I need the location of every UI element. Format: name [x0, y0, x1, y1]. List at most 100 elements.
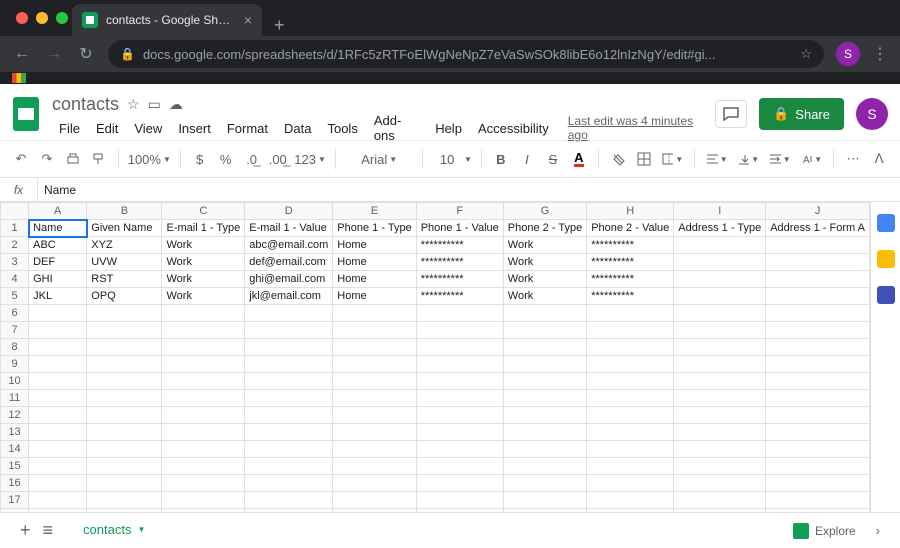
cell-A14[interactable] — [29, 441, 87, 458]
borders-button[interactable] — [633, 146, 655, 172]
row-header-8[interactable]: 8 — [1, 339, 29, 356]
redo-button[interactable]: ↷ — [36, 146, 58, 172]
explore-button[interactable]: Explore — [793, 523, 856, 539]
bookmark-apps-icon[interactable] — [12, 73, 26, 83]
cell-J1[interactable]: Address 1 - Form A — [766, 220, 870, 237]
cell-G6[interactable] — [503, 305, 586, 322]
star-icon[interactable]: ☆ — [127, 96, 140, 113]
cell-J18[interactable] — [766, 509, 870, 513]
row-header-12[interactable]: 12 — [1, 407, 29, 424]
cell-E5[interactable]: Home — [333, 288, 416, 305]
cell-D2[interactable]: abc@email.com — [245, 237, 333, 254]
fill-color-button[interactable] — [607, 146, 629, 172]
cell-I8[interactable] — [674, 339, 766, 356]
cell-G12[interactable] — [503, 407, 586, 424]
comments-button[interactable] — [715, 100, 747, 128]
text-color-button[interactable]: A — [568, 146, 590, 172]
cell-F11[interactable] — [416, 390, 503, 407]
cell-G17[interactable] — [503, 492, 586, 509]
cell-G5[interactable]: Work — [503, 288, 586, 305]
cell-E1[interactable]: Phone 1 - Type — [333, 220, 416, 237]
cell-I16[interactable] — [674, 475, 766, 492]
cell-J13[interactable] — [766, 424, 870, 441]
row-header-6[interactable]: 6 — [1, 305, 29, 322]
close-window-icon[interactable] — [16, 12, 28, 24]
menu-add-ons[interactable]: Add-ons — [367, 111, 426, 145]
cell-E6[interactable] — [333, 305, 416, 322]
cell-C13[interactable] — [162, 424, 245, 441]
formula-input[interactable]: Name — [38, 183, 76, 197]
cell-C8[interactable] — [162, 339, 245, 356]
address-bar[interactable]: 🔒 docs.google.com/spreadsheets/d/1RFc5zR… — [108, 40, 824, 68]
cell-A16[interactable] — [29, 475, 87, 492]
cell-C4[interactable]: Work — [162, 271, 245, 288]
cell-I15[interactable] — [674, 458, 766, 475]
cell-A2[interactable]: ABC — [29, 237, 87, 254]
cell-E13[interactable] — [333, 424, 416, 441]
cloud-status-icon[interactable]: ☁ — [169, 96, 183, 113]
cell-H4[interactable]: ********** — [587, 271, 674, 288]
cell-C18[interactable] — [162, 509, 245, 513]
cell-C15[interactable] — [162, 458, 245, 475]
cell-F18[interactable] — [416, 509, 503, 513]
row-header-9[interactable]: 9 — [1, 356, 29, 373]
bookmark-star-icon[interactable]: ☆ — [800, 46, 812, 62]
cell-I14[interactable] — [674, 441, 766, 458]
cell-D7[interactable] — [245, 322, 333, 339]
cell-C9[interactable] — [162, 356, 245, 373]
cell-A11[interactable] — [29, 390, 87, 407]
cell-E12[interactable] — [333, 407, 416, 424]
cell-C10[interactable] — [162, 373, 245, 390]
vertical-align-button[interactable]: ▼ — [735, 146, 763, 172]
collapse-toolbar-button[interactable]: ᐱ — [868, 146, 890, 172]
cell-F13[interactable] — [416, 424, 503, 441]
cell-I3[interactable] — [674, 254, 766, 271]
cell-A6[interactable] — [29, 305, 87, 322]
cell-A1[interactable]: Name — [29, 220, 87, 237]
horizontal-align-button[interactable]: ▼ — [703, 146, 731, 172]
cell-H18[interactable] — [587, 509, 674, 513]
cell-B6[interactable] — [87, 305, 162, 322]
sheet-tab-menu-icon[interactable]: ▼ — [137, 525, 145, 534]
cell-C11[interactable] — [162, 390, 245, 407]
menu-view[interactable]: View — [127, 119, 169, 138]
cell-H7[interactable] — [587, 322, 674, 339]
row-header-2[interactable]: 2 — [1, 237, 29, 254]
column-header-D[interactable]: D — [245, 203, 333, 220]
tasks-sidebar-icon[interactable] — [877, 286, 895, 304]
cell-C16[interactable] — [162, 475, 245, 492]
cell-H6[interactable] — [587, 305, 674, 322]
cell-J9[interactable] — [766, 356, 870, 373]
currency-button[interactable]: $ — [189, 146, 211, 172]
menu-tools[interactable]: Tools — [320, 119, 364, 138]
merge-cells-button[interactable]: ▼ — [659, 146, 687, 172]
side-panel-toggle-icon[interactable]: › — [876, 523, 880, 538]
italic-button[interactable]: I — [516, 146, 538, 172]
cell-B10[interactable] — [87, 373, 162, 390]
minimize-window-icon[interactable] — [36, 12, 48, 24]
cell-D1[interactable]: E-mail 1 - Value — [245, 220, 333, 237]
cell-F10[interactable] — [416, 373, 503, 390]
cell-H11[interactable] — [587, 390, 674, 407]
row-header-18[interactable]: 18 — [1, 509, 29, 513]
cell-J2[interactable] — [766, 237, 870, 254]
cell-I9[interactable] — [674, 356, 766, 373]
cell-G15[interactable] — [503, 458, 586, 475]
menu-format[interactable]: Format — [220, 119, 275, 138]
cell-J3[interactable] — [766, 254, 870, 271]
cell-F1[interactable]: Phone 1 - Value — [416, 220, 503, 237]
cell-G9[interactable] — [503, 356, 586, 373]
menu-help[interactable]: Help — [428, 119, 469, 138]
cell-A10[interactable] — [29, 373, 87, 390]
column-header-B[interactable]: B — [87, 203, 162, 220]
cell-F7[interactable] — [416, 322, 503, 339]
row-header-16[interactable]: 16 — [1, 475, 29, 492]
cell-E4[interactable]: Home — [333, 271, 416, 288]
cell-I5[interactable] — [674, 288, 766, 305]
cell-C14[interactable] — [162, 441, 245, 458]
percent-button[interactable]: % — [215, 146, 237, 172]
cell-F2[interactable]: ********** — [416, 237, 503, 254]
cell-A5[interactable]: JKL — [29, 288, 87, 305]
column-header-A[interactable]: A — [29, 203, 87, 220]
sheets-logo-icon[interactable] — [8, 92, 44, 136]
